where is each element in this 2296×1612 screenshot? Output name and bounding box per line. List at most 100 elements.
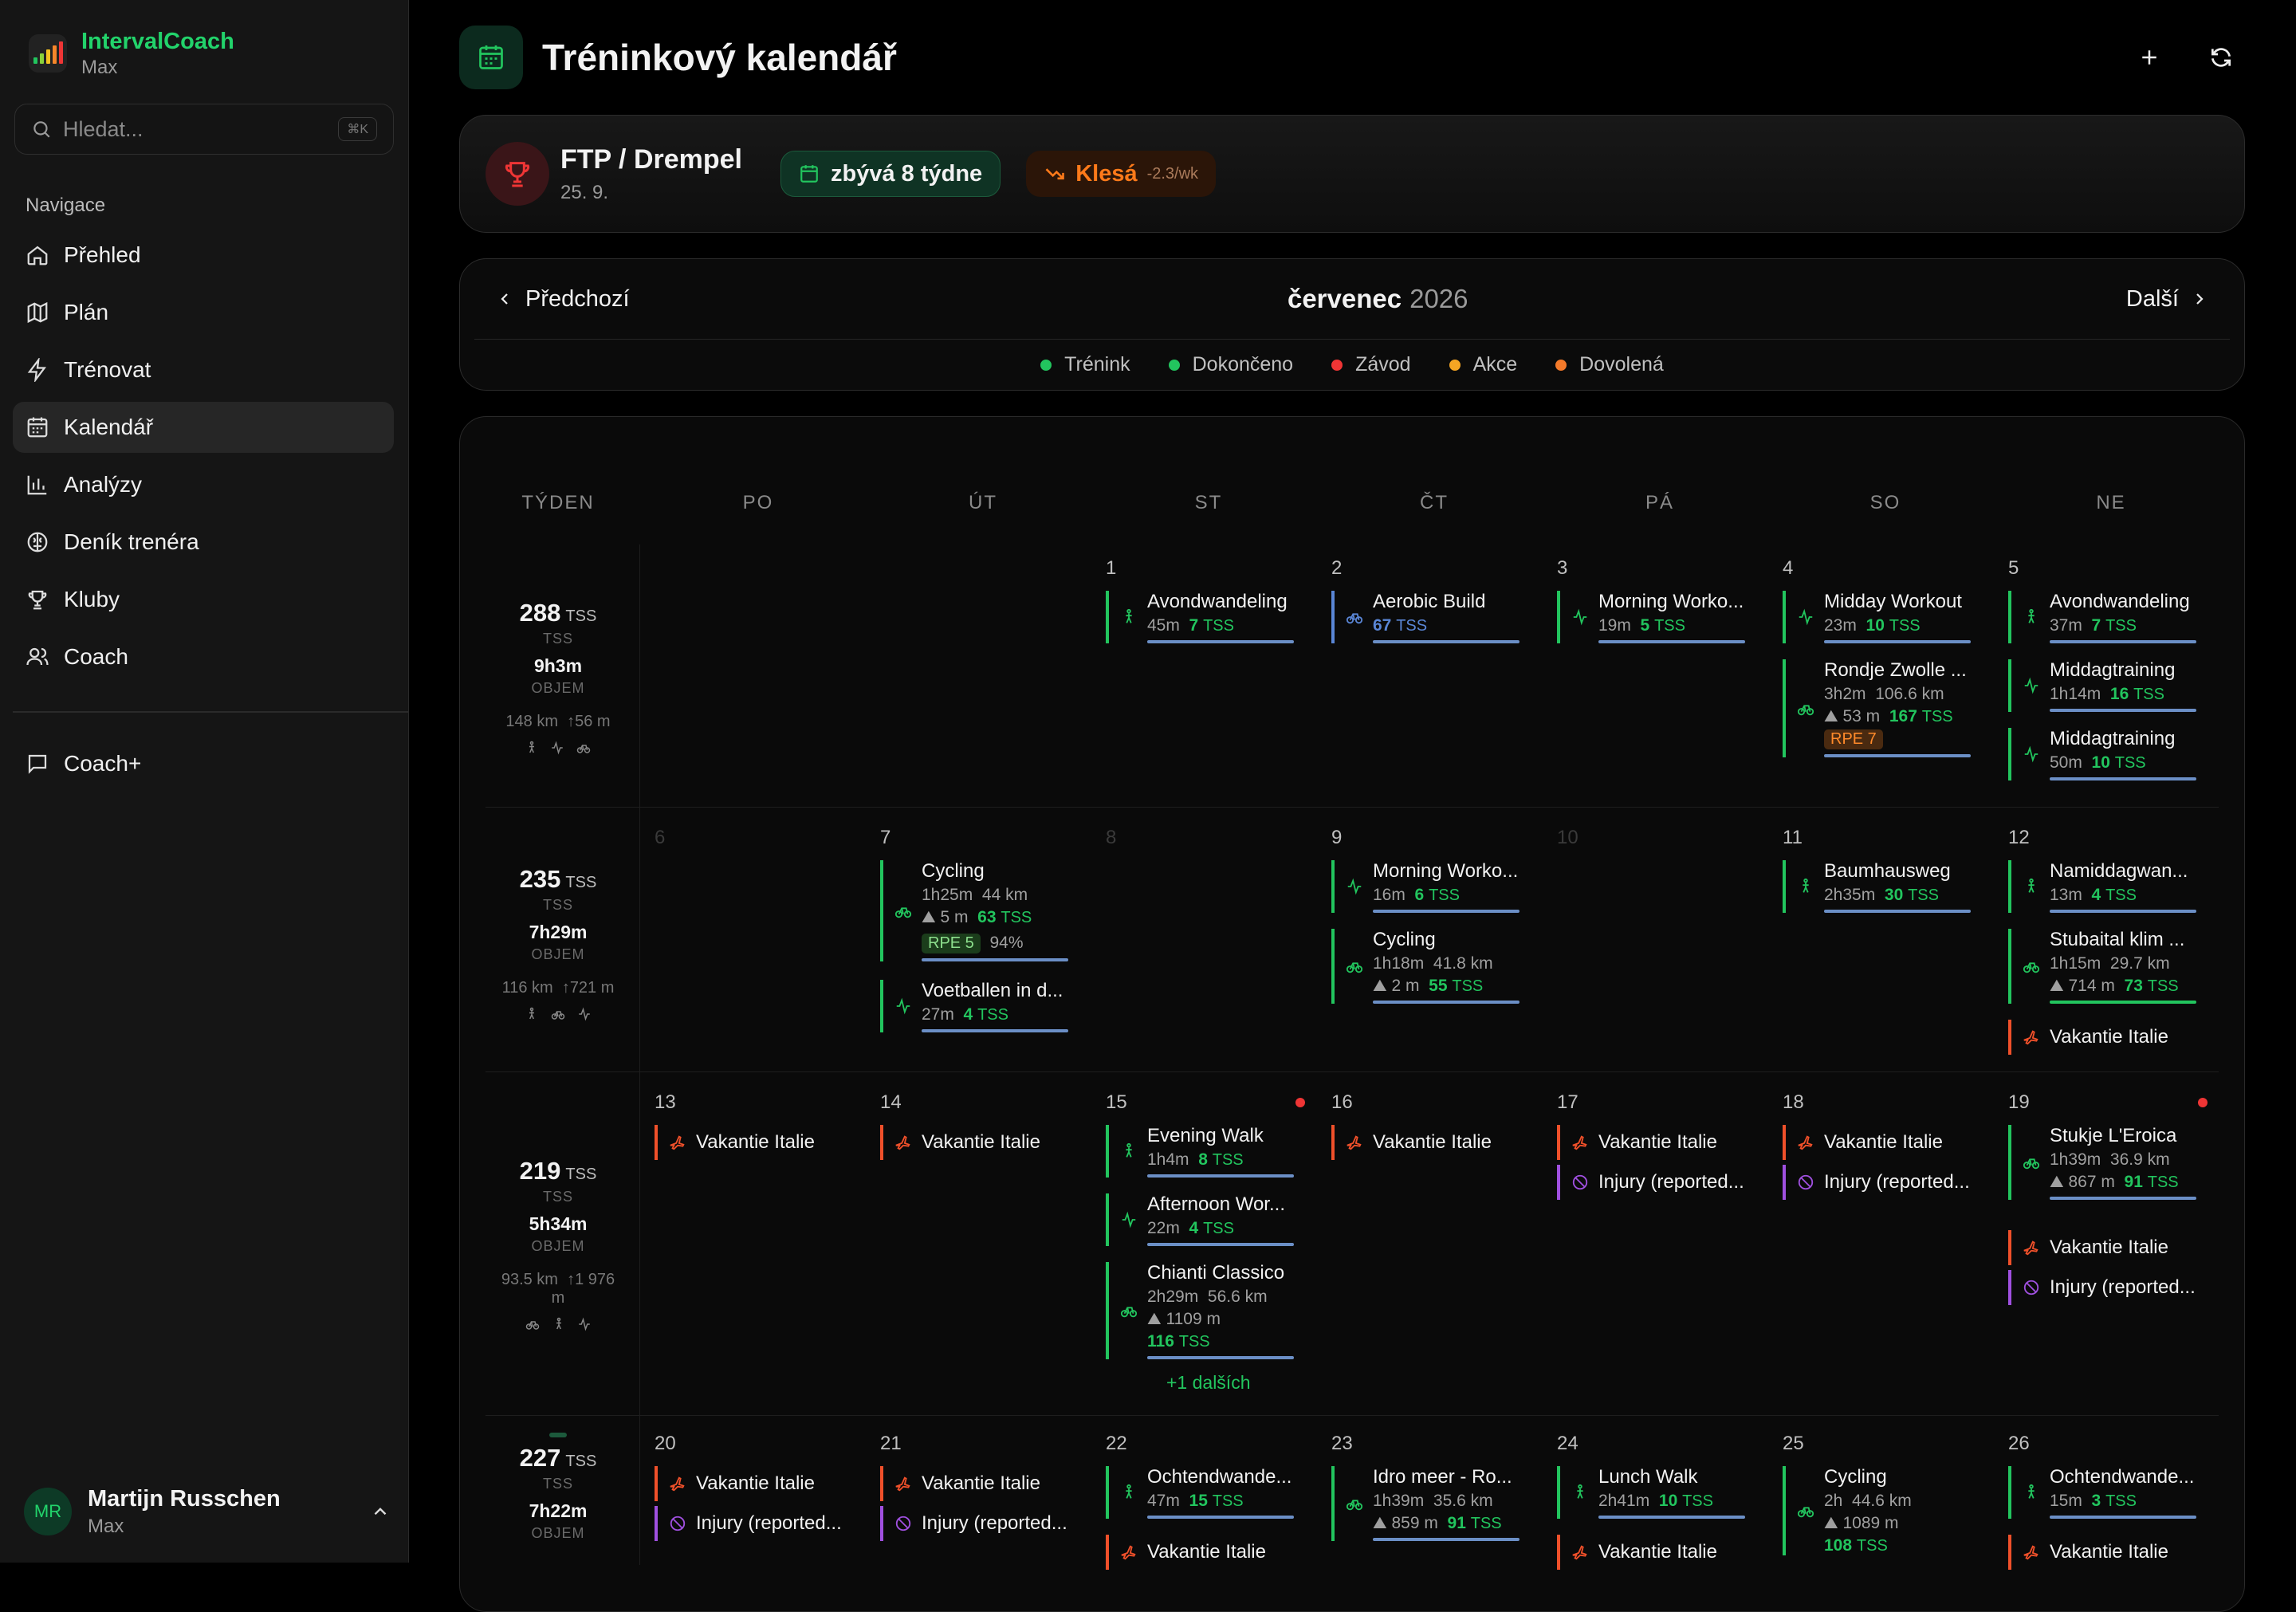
plane-icon	[895, 1135, 910, 1150]
plane-icon	[1347, 1135, 1362, 1150]
activity-icon	[1573, 608, 1587, 626]
day-number: 12	[2008, 827, 2030, 848]
vacation-event[interactable]: Vakantie Italie	[880, 1125, 1068, 1160]
injury-event[interactable]: Injury (reported...	[1783, 1165, 1971, 1200]
week-time: 7h29m	[529, 922, 588, 942]
week-tss: 219 TSS	[519, 1157, 597, 1185]
workout-title: Afternoon Wor...	[1147, 1193, 1285, 1215]
activity-icon	[1122, 1211, 1136, 1229]
nav-item-clubs[interactable]: Kluby	[13, 574, 394, 625]
previous-month-button[interactable]: Předchozí	[495, 286, 630, 313]
workout-card[interactable]: Avondwandeling 45m 7 TSS	[1106, 591, 1294, 643]
user-menu[interactable]: MR Martijn Russchen Max	[24, 1483, 391, 1540]
workout-card[interactable]: Stubaital klim ... 1h15m 29.7 km ⛰ 714 m…	[2008, 929, 2196, 1004]
workout-card[interactable]: Ochtendwande... 47m 15 TSS	[1106, 1466, 1294, 1519]
workout-bar	[1147, 1516, 1294, 1519]
vacation-event[interactable]: Vakantie Italie	[2008, 1230, 2196, 1265]
workout-card[interactable]: Idro meer - Ro... 1h39m 35.6 km ⛰ 859 m …	[1331, 1466, 1520, 1541]
workout-card[interactable]: Baumhausweg 2h35m 30 TSS	[1783, 860, 1971, 913]
injury-label: Injury (reported...	[922, 1512, 1067, 1534]
workout-card[interactable]: Cycling 2h 44.6 km ⛰ 1089 m 108 TSS	[1783, 1466, 1971, 1555]
workout-card[interactable]: Middagtraining 50m 10 TSS	[2008, 728, 2196, 780]
injury-event[interactable]: Injury (reported...	[880, 1506, 1068, 1541]
week-summary[interactable]: 219 TSS TSS 5h34m OBJEM 93.5 km ↑1 976 m	[489, 1157, 627, 1331]
walk-icon	[2028, 878, 2035, 893]
nav-item-coach[interactable]: Coach	[13, 631, 394, 682]
column-header: ČT	[1420, 492, 1449, 513]
workout-title: Namiddagwan...	[2050, 860, 2188, 882]
workout-meta: 22m 4 TSS	[1147, 1219, 1234, 1237]
workout-card[interactable]: Lunch Walk 2h41m 10 TSS	[1557, 1466, 1745, 1519]
week-summary[interactable]: 288 TSS TSS 9h3m OBJEM 148 km ↑56 m	[489, 599, 627, 755]
refresh-button[interactable]	[2197, 33, 2245, 81]
vacation-event[interactable]: Vakantie Italie	[1331, 1125, 1520, 1160]
nav-item-coach-journal[interactable]: Deník trenéra	[13, 517, 394, 568]
workout-meta: 108 TSS	[1824, 1536, 1888, 1555]
injury-event[interactable]: Injury (reported...	[2008, 1270, 2196, 1305]
week-summary[interactable]: 227 TSS TSS 7h22m OBJEM	[489, 1433, 627, 1542]
vacation-event[interactable]: Vakantie Italie	[655, 1466, 843, 1501]
add-button[interactable]	[2125, 33, 2173, 81]
workout-card[interactable]: Namiddagwan... 13m 4 TSS	[2008, 860, 2196, 913]
workout-card[interactable]: Midday Workout 23m 10 TSS	[1783, 591, 1971, 643]
search-input[interactable]: Hledat... ⌘K	[14, 104, 394, 155]
injury-label: Injury (reported...	[2050, 1276, 2196, 1298]
vacation-event[interactable]: Vakantie Italie	[1557, 1535, 1745, 1570]
workout-card[interactable]: Ochtendwande... 15m 3 TSS	[2008, 1466, 2196, 1519]
page-header: Tréninkový kalendář	[459, 26, 2245, 89]
nav-item-coach-plus[interactable]: Coach+	[13, 738, 394, 789]
workout-meta: 116 TSS	[1147, 1332, 1210, 1351]
injury-event[interactable]: Injury (reported...	[1557, 1165, 1745, 1200]
workout-card[interactable]: Rondje Zwolle ... 3h2m 106.6 km ⛰ 53 m 1…	[1783, 659, 1971, 757]
workout-card[interactable]: Cycling 1h25m 44 km ⛰ 5 m 63 TSS RPE 5 9…	[880, 860, 1068, 961]
day-number: 5	[2008, 557, 2019, 579]
vacation-event[interactable]: Vakantie Italie	[880, 1466, 1068, 1501]
app-name: IntervalCoach	[81, 28, 234, 54]
vacation-label: Vakantie Italie	[1598, 1541, 1717, 1563]
workout-card[interactable]: Evening Walk 1h4m 8 TSS	[1106, 1125, 1294, 1178]
injury-event[interactable]: Injury (reported...	[655, 1506, 843, 1541]
workout-card[interactable]: Avondwandeling 37m 7 TSS	[2008, 591, 2196, 643]
day-number: 10	[1557, 827, 1578, 848]
next-month-button[interactable]: Další	[2126, 286, 2209, 313]
workout-card[interactable]: Morning Worko... 19m 5 TSS	[1557, 591, 1745, 643]
vacation-event[interactable]: Vakantie Italie	[1783, 1125, 1971, 1160]
workout-card[interactable]: Morning Worko... 16m 6 TSS	[1331, 860, 1520, 913]
week-time-label: OBJEM	[531, 1525, 585, 1541]
workout-card[interactable]: Aerobic Build 67 TSS	[1331, 591, 1520, 643]
nav-item-calendar[interactable]: Kalendář	[13, 402, 394, 453]
activity-icon	[1799, 608, 1813, 626]
vacation-event[interactable]: Vakantie Italie	[655, 1125, 843, 1160]
workout-title: Stukje L'Eroica	[2050, 1125, 2177, 1146]
nav-item-plan[interactable]: Plán	[13, 287, 394, 338]
nav-item-overview[interactable]: Přehled	[13, 230, 394, 281]
nav-item-label: Analýzy	[64, 472, 143, 497]
day-number: 21	[880, 1433, 902, 1454]
workout-card[interactable]: Afternoon Wor... 22m 4 TSS	[1106, 1193, 1294, 1246]
injury-label: Injury (reported...	[696, 1512, 842, 1534]
walk-icon	[2028, 608, 2035, 623]
workout-card[interactable]: Cycling 1h18m 41.8 km ⛰ 2 m 55 TSS	[1331, 929, 1520, 1004]
day-number: 8	[1106, 827, 1117, 848]
vacation-event[interactable]: Vakantie Italie	[2008, 1535, 2196, 1570]
walk-icon	[1126, 1484, 1132, 1499]
vacation-event[interactable]: Vakantie Italie	[1557, 1125, 1745, 1160]
goal-card[interactable]: FTP / Drempel 25. 9. zbývá 8 týdne Klesá…	[459, 115, 2245, 233]
week-tss: 235 TSS	[519, 865, 597, 893]
vacation-event[interactable]: Vakantie Italie	[2008, 1020, 2196, 1055]
week-summary[interactable]: 235 TSS TSS 7h29m OBJEM 116 km ↑721 m	[489, 865, 627, 1021]
brand[interactable]: IntervalCoach Max	[29, 27, 234, 80]
nav-item-analytics[interactable]: Analýzy	[13, 459, 394, 510]
more-events-link[interactable]: +1 dalších	[1166, 1372, 1251, 1394]
column-header: NE	[2096, 492, 2126, 513]
walk-icon	[2028, 1484, 2035, 1499]
workout-card[interactable]: Chianti Classico 2h29m 56.6 km ⛰ 1109 m …	[1106, 1262, 1294, 1359]
workout-card[interactable]: Voetballen in d... 27m 4 TSS	[880, 980, 1068, 1032]
week-tss-label: TSS	[542, 897, 573, 913]
nav-item-train[interactable]: Trénovat	[13, 344, 394, 395]
bike-icon	[551, 1011, 565, 1020]
workout-card[interactable]: Middagtraining 1h14m 16 TSS	[2008, 659, 2196, 712]
row-divider	[486, 807, 2219, 808]
workout-card[interactable]: Stukje L'Eroica 1h39m 36.9 km ⛰ 867 m 91…	[2008, 1125, 2196, 1200]
vacation-event[interactable]: Vakantie Italie	[1106, 1535, 1294, 1570]
